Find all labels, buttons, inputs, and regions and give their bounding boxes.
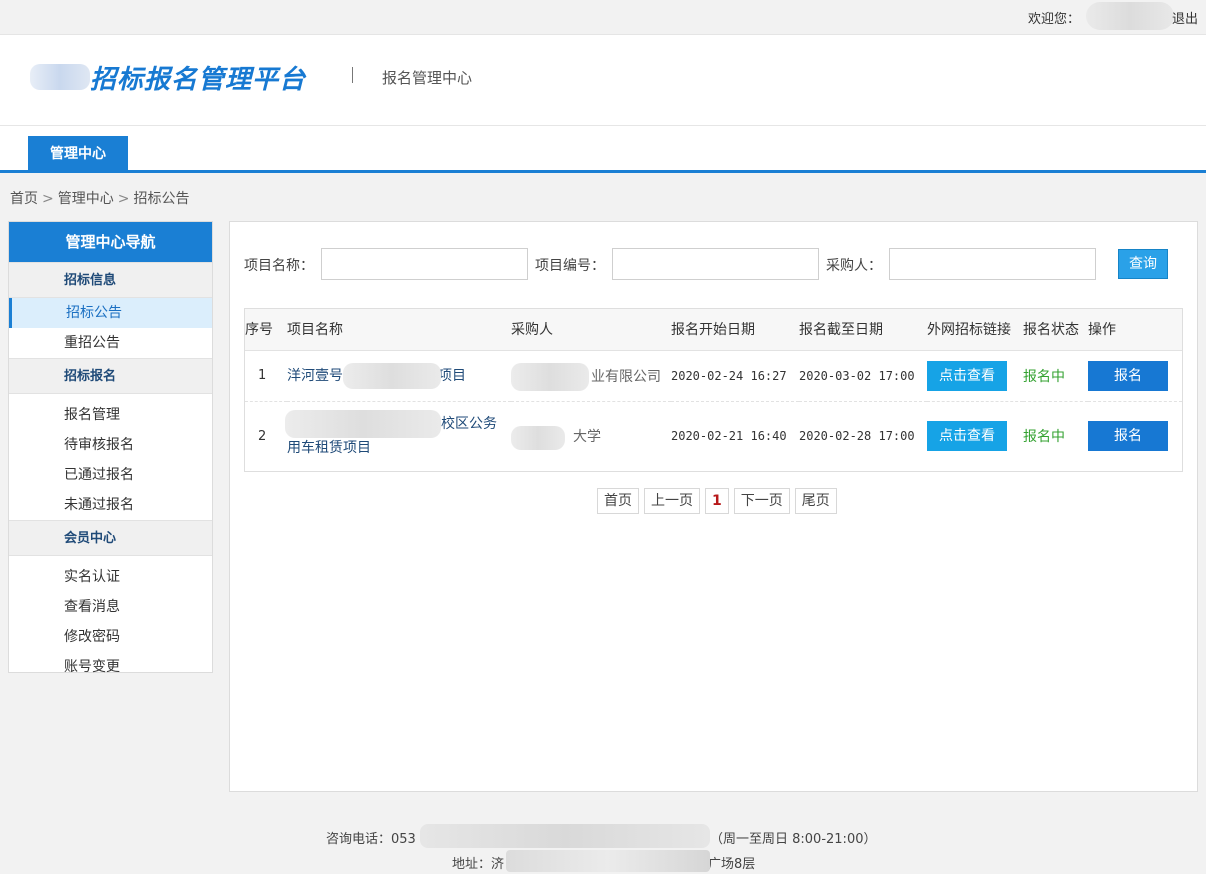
project-code-label: 项目编号： (535, 258, 605, 274)
row-start-date: 2020-02-21 16:40 (671, 429, 787, 444)
footer-address-line: 地址：济 广场8层 (452, 853, 755, 872)
buyer-name-part: 大学 (573, 429, 601, 446)
page-next-button[interactable]: 下一页 (733, 488, 790, 514)
chevron-right-icon: > (42, 191, 54, 207)
sidebar-group-bid-registration: 招标报名 (9, 358, 212, 394)
col-header-start: 报名开始日期 (671, 309, 799, 351)
row-start-date: 2020-02-24 16:27 (671, 350, 799, 402)
username-redacted (1086, 2, 1174, 30)
sidebar-item-change-password[interactable]: 修改密码 (9, 622, 212, 652)
col-header-link: 外网招标链接 (927, 309, 1023, 351)
header-divider (352, 67, 353, 83)
footer-address-tail: 广场8层 (708, 857, 756, 872)
row-action-cell: 报名 (1088, 401, 1182, 471)
sidebar-item-registration-management[interactable]: 报名管理 (9, 400, 212, 430)
row-project-name[interactable]: 校区公务 用车租赁项目 (285, 401, 511, 471)
row-buyer: 业有限公司 (511, 350, 671, 402)
address-redacted (506, 850, 710, 872)
table-header-row: 序号 项目名称 采购人 报名开始日期 报名截至日期 外网招标链接 报名状态 操作 (245, 309, 1182, 351)
sidebar-group-bidding-info: 招标信息 (9, 262, 212, 298)
site-header: 招标报名管理平台 报名管理中心 (0, 35, 1206, 126)
row-seq: 2 (258, 428, 267, 444)
site-subtitle: 报名管理中心 (382, 69, 473, 87)
register-button[interactable]: 报名 (1088, 421, 1168, 452)
project-name-label: 项目名称： (244, 258, 314, 274)
page-last-button[interactable]: 尾页 (794, 488, 837, 514)
row-status-cell: 报名中 (1023, 350, 1088, 402)
chevron-right-icon: > (117, 191, 130, 207)
project-name-input[interactable] (321, 248, 528, 280)
sidebar-group-member-center: 会员中心 (9, 520, 212, 556)
col-header-project: 项目名称 (287, 309, 511, 351)
query-button[interactable]: 查询 (1118, 249, 1168, 279)
buyer-label: 采购人： (826, 258, 882, 274)
tab-management-center[interactable]: 管理中心 (28, 136, 128, 173)
logo-redacted (30, 64, 90, 90)
row-link-cell: 点击查看 (927, 401, 1023, 471)
sidebar-item-pending-review[interactable]: 待审核报名 (9, 430, 212, 460)
phone-redacted (420, 824, 710, 848)
announcement-table: 序号 项目名称 采购人 报名开始日期 报名截至日期 外网招标链接 报名状态 操作… (244, 308, 1183, 472)
view-link-button[interactable]: 点击查看 (927, 421, 1007, 452)
sidebar-item-rejected[interactable]: 未通过报名 (9, 490, 212, 520)
status-badge: 报名中 (1023, 429, 1065, 446)
project-code-input[interactable] (612, 248, 819, 280)
breadcrumb-current: 招标公告 (133, 191, 190, 207)
row-buyer: 大学 (511, 401, 671, 471)
sidebar-item-verification[interactable]: 实名认证 (9, 562, 212, 592)
main-panel: 项目名称： 项目编号： 采购人： 查询 序号 项目名称 采购人 报名开始日期 报… (229, 221, 1198, 792)
redacted-text (343, 362, 441, 389)
sidebar-title: 管理中心导航 (9, 222, 212, 262)
project-name-part: 用车租赁项目 (287, 440, 371, 457)
row-project-name[interactable]: 洋河壹号 项目 (287, 350, 511, 402)
footer-address-label: 地址：济 (452, 857, 505, 872)
sidebar-item-account-change[interactable]: 账号变更 (9, 652, 212, 682)
row-action-cell: 报名 (1088, 350, 1182, 402)
col-header-status: 报名状态 (1023, 309, 1088, 351)
sidebar: 管理中心导航 招标信息 招标公告 重招公告 招标报名 报名管理 待审核报名 已通… (8, 221, 213, 675)
top-bar: 欢迎您： 退出 (0, 0, 1206, 35)
status-badge: 报名中 (1023, 368, 1065, 385)
sidebar-item-approved[interactable]: 已通过报名 (9, 460, 212, 490)
page-first-button[interactable]: 首页 (597, 488, 639, 514)
buyer-input[interactable] (889, 248, 1096, 280)
row-status-cell: 报名中 (1023, 401, 1088, 471)
sidebar-item-rebid-announcement[interactable]: 重招公告 (9, 328, 212, 358)
footer-phone-line: 咨询电话：053 （周一至周日 8:00-21:00） (326, 828, 876, 847)
footer-hours: （周一至周日 8:00-21:00） (710, 832, 877, 847)
main-nav: 管理中心 (0, 126, 1206, 173)
breadcrumb-center[interactable]: 管理中心 (58, 191, 114, 207)
breadcrumb-home[interactable]: 首页 (10, 191, 38, 207)
col-header-buyer: 采购人 (511, 309, 671, 351)
logout-link[interactable]: 退出 (1172, 8, 1198, 27)
row-end-date: 2020-03-02 17:00 (799, 350, 927, 402)
footer-phone-label: 咨询电话：053 (326, 832, 416, 847)
row-seq: 1 (245, 350, 287, 402)
welcome-text: 欢迎您： (1027, 12, 1080, 27)
col-header-seq: 序号 (245, 309, 287, 351)
breadcrumb: 首页 > 管理中心 > 招标公告 (8, 188, 191, 208)
sidebar-item-messages[interactable]: 查看消息 (9, 592, 212, 622)
page-current[interactable]: 1 (705, 488, 729, 514)
view-link-button[interactable]: 点击查看 (927, 360, 1007, 391)
row-link-cell: 点击查看 (927, 350, 1023, 402)
row-end-date: 2020-02-28 17:00 (799, 429, 915, 444)
page-prev-button[interactable]: 上一页 (644, 488, 700, 514)
pagination: 首页 上一页 1 下一页 尾页 (597, 488, 842, 514)
redacted-text (511, 362, 589, 391)
buyer-name-part: 业有限公司 (591, 368, 661, 385)
project-name-part: 校区公务 (441, 416, 497, 433)
project-name-part: 项目 (438, 367, 466, 384)
col-header-end: 报名截至日期 (799, 309, 927, 351)
table-row: 1 洋河壹号 项目 业有限公司 2020-02-24 16:27 2020-03-… (245, 350, 1182, 402)
register-button[interactable]: 报名 (1088, 360, 1168, 391)
sidebar-item-bid-announcement[interactable]: 招标公告 (9, 298, 212, 328)
site-title: 招标报名管理平台 (90, 65, 307, 95)
redacted-text (285, 409, 441, 438)
redacted-text (511, 425, 565, 450)
project-name-part: 洋河壹号 (287, 367, 343, 384)
col-header-action: 操作 (1088, 309, 1182, 351)
table-row: 2 校区公务 用车租赁项目 大学 2020-02-21 16:40 2020-0… (245, 401, 1182, 471)
